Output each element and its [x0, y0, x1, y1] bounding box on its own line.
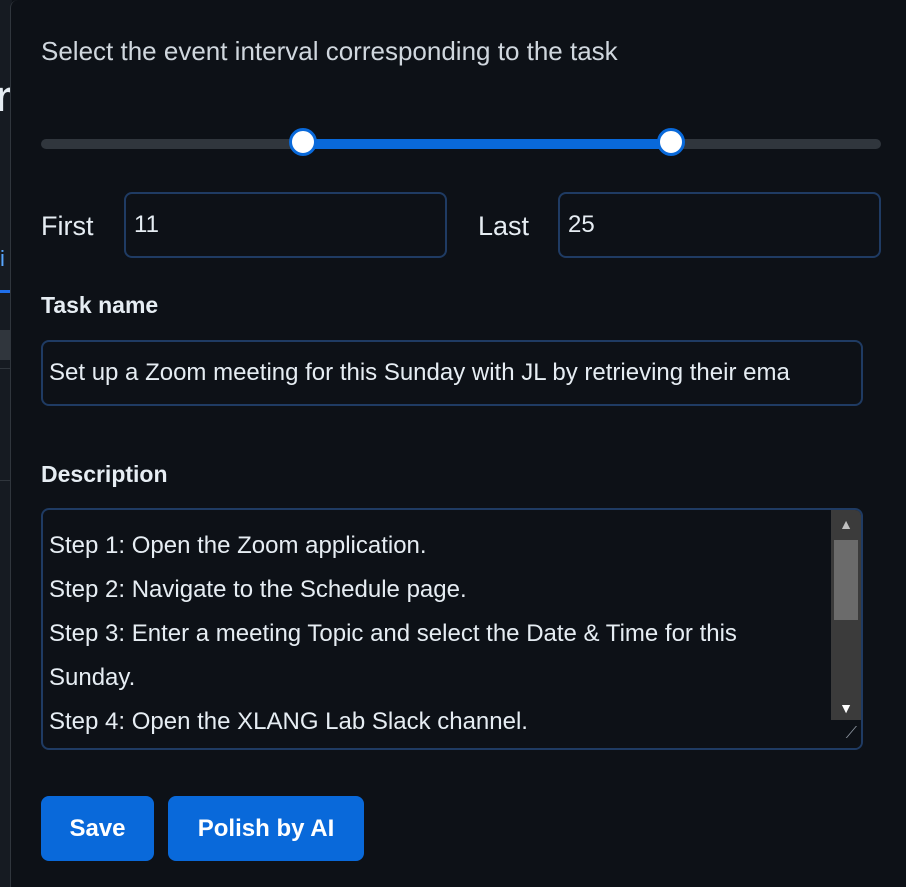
- last-input[interactable]: 25: [558, 192, 881, 258]
- save-button[interactable]: Save: [41, 796, 154, 861]
- last-label: Last: [478, 211, 530, 241]
- task-name-input[interactable]: Set up a Zoom meeting for this Sunday wi…: [41, 340, 863, 406]
- description-textarea[interactable]: Step 1: Open the Zoom application. Step …: [41, 508, 863, 750]
- background-tab-label: i: [0, 246, 5, 271]
- slider-thumb-first[interactable]: [289, 128, 318, 156]
- scroll-down-icon[interactable]: ▼: [831, 694, 861, 722]
- description-line: Step 4: Open the XLANG Lab Slack channel…: [49, 708, 528, 735]
- first-input[interactable]: 11: [124, 192, 447, 258]
- description-line: Step 3: Enter a meeting Topic and select…: [49, 620, 737, 647]
- scroll-up-icon[interactable]: ▲: [831, 510, 861, 538]
- description-text: Step 1: Open the Zoom application. Step …: [49, 524, 829, 744]
- slider-selected-range: [303, 139, 671, 149]
- resize-grip-icon[interactable]: ⟋: [831, 720, 861, 748]
- description-scrollbar[interactable]: ▲ ▼: [831, 510, 861, 722]
- description-line: Step 1: Open the Zoom application.: [49, 532, 427, 559]
- slider-thumb-last[interactable]: [657, 128, 685, 156]
- description-line: Step 2: Navigate to the Schedule page.: [49, 576, 467, 603]
- first-label: First: [41, 211, 94, 241]
- task-name-label: Task name: [41, 292, 159, 318]
- polish-by-ai-button[interactable]: Polish by AI: [168, 796, 364, 861]
- description-line: Sunday.: [49, 664, 136, 691]
- interval-heading: Select the event interval corresponding …: [41, 36, 618, 66]
- description-label: Description: [41, 461, 168, 487]
- scrollbar-thumb[interactable]: [834, 540, 858, 620]
- interval-range-slider[interactable]: [41, 124, 881, 164]
- task-edit-dialog: Select the event interval corresponding …: [10, 0, 906, 887]
